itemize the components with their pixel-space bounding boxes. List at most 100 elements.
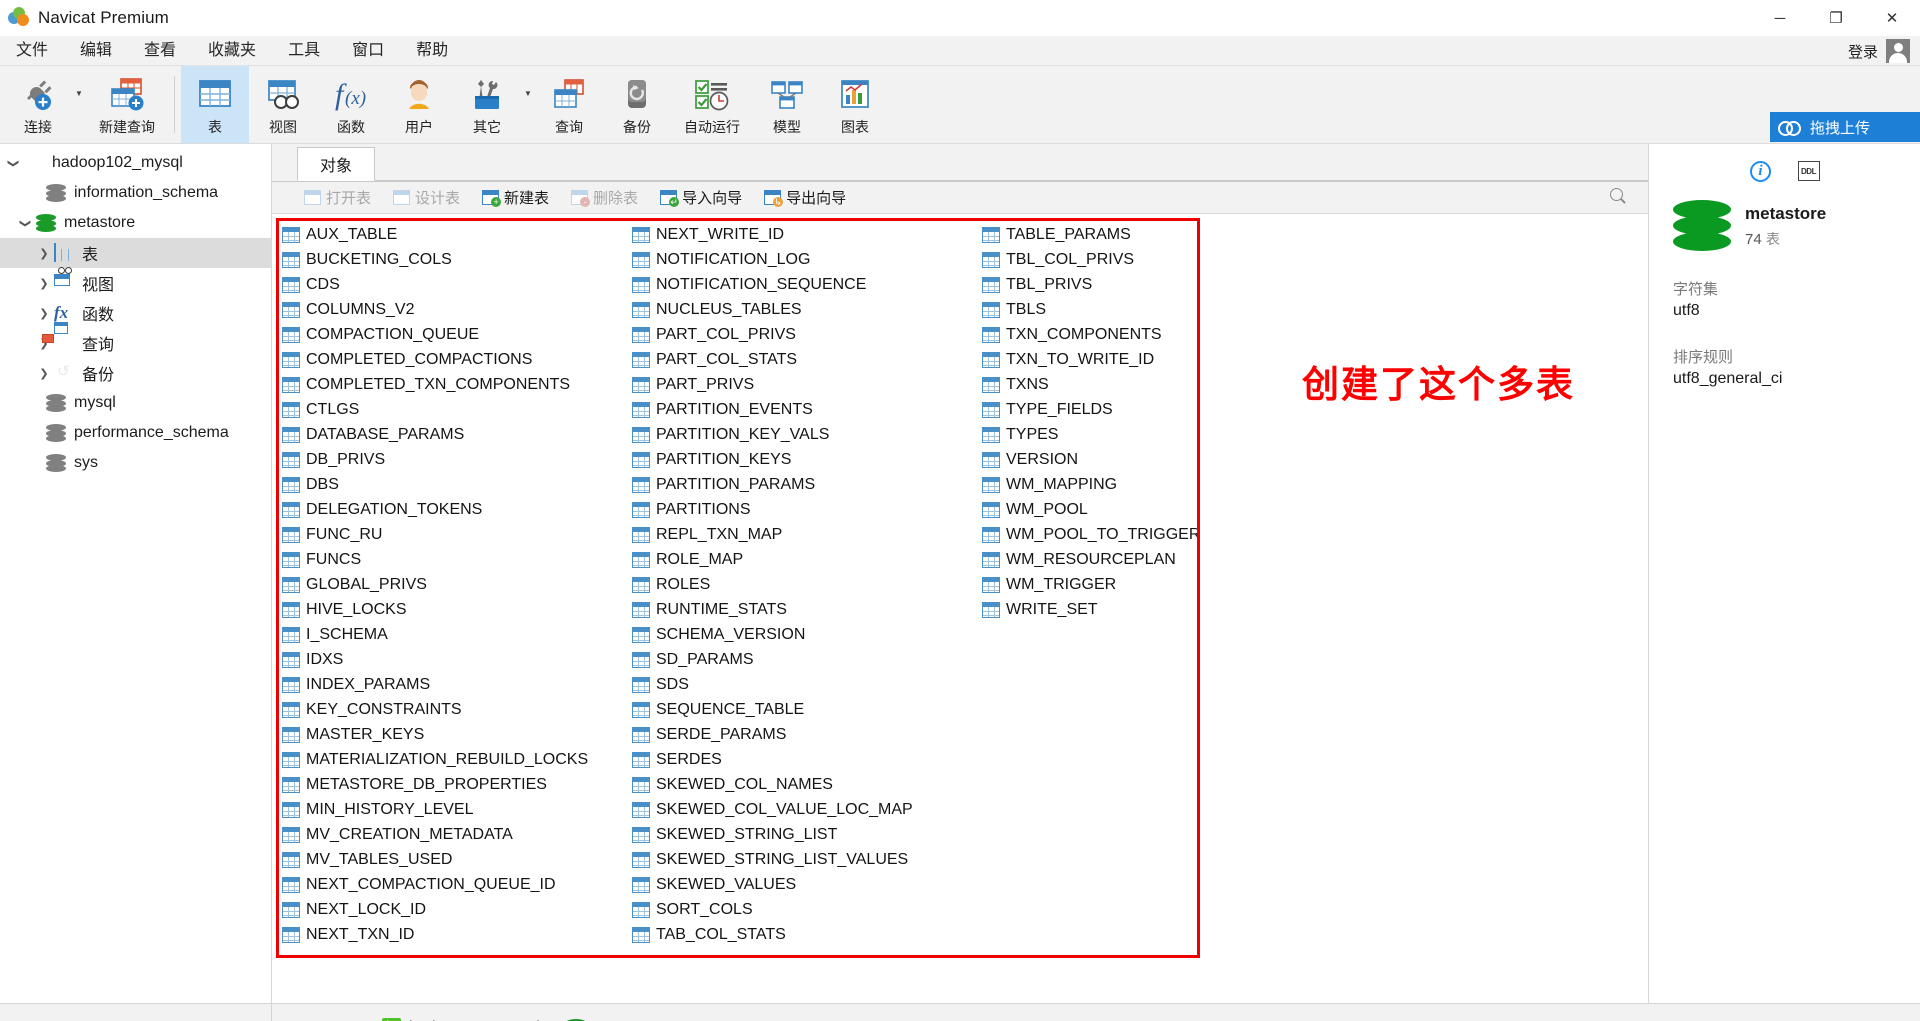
sidebar-item-sys[interactable]: sys [0, 448, 271, 478]
table-list-item[interactable]: PARTITIONS [628, 497, 978, 522]
close-button[interactable]: ✕ [1864, 0, 1920, 36]
chevron-right-icon[interactable] [34, 277, 54, 290]
table-list-item[interactable]: NEXT_COMPACTION_QUEUE_ID [278, 872, 628, 897]
chevron-right-icon[interactable] [34, 247, 54, 260]
table-list-item[interactable]: MATERIALIZATION_REBUILD_LOCKS [278, 747, 628, 772]
table-list-item[interactable]: PARTITION_KEY_VALS [628, 422, 978, 447]
table-list-item[interactable]: INDEX_PARAMS [278, 672, 628, 697]
chevron-down-icon[interactable] [16, 217, 36, 230]
sidebar-item-queries[interactable]: 查询 [0, 322, 271, 358]
table-list-item[interactable]: COLUMNS_V2 [278, 297, 628, 322]
drag-upload-button[interactable]: 拖拽上传 [1770, 112, 1920, 142]
table-list-item[interactable]: MV_CREATION_METADATA [278, 822, 628, 847]
table-list-item[interactable]: WM_POOL_TO_TRIGGER [978, 522, 1328, 547]
ribbon-other-button[interactable]: 其它 [453, 66, 521, 143]
ribbon-chart-button[interactable]: 图表 [821, 66, 889, 143]
table-list-item[interactable]: SKEWED_STRING_LIST [628, 822, 978, 847]
table-list-item[interactable]: COMPLETED_TXN_COMPONENTS [278, 372, 628, 397]
ribbon-function-button[interactable]: f (x) 函数 [317, 66, 385, 143]
chevron-right-icon[interactable] [34, 367, 54, 380]
table-list-item[interactable]: SERDE_PARAMS [628, 722, 978, 747]
table-list-item[interactable]: SDS [628, 672, 978, 697]
ribbon-user-button[interactable]: 用户 [385, 66, 453, 143]
table-list-item[interactable]: NEXT_TXN_ID [278, 922, 628, 947]
other-dropdown-caret-icon[interactable]: ▼ [521, 66, 535, 143]
table-list-item[interactable]: METASTORE_DB_PROPERTIES [278, 772, 628, 797]
table-list-item[interactable]: PARTITION_KEYS [628, 447, 978, 472]
table-list-item[interactable]: COMPACTION_QUEUE [278, 322, 628, 347]
table-list-item[interactable]: SERDES [628, 747, 978, 772]
open-table-button[interactable]: 打开表 [300, 185, 375, 210]
table-list-item[interactable]: WM_POOL [978, 497, 1328, 522]
table-list-item[interactable]: PART_COL_PRIVS [628, 322, 978, 347]
table-list-item[interactable]: WM_TRIGGER [978, 572, 1328, 597]
sidebar-item-metastore[interactable]: metastore [0, 208, 271, 238]
sidebar-item-backups[interactable]: 备份 [0, 358, 271, 388]
table-list-item[interactable]: ROLES [628, 572, 978, 597]
ribbon-new-query-button[interactable]: 新建查询 [86, 66, 168, 143]
table-list-item[interactable]: FUNCS [278, 547, 628, 572]
login-link[interactable]: 登录 [1848, 41, 1878, 62]
table-list-item[interactable]: DATABASE_PARAMS [278, 422, 628, 447]
table-list-item[interactable]: PARTITION_EVENTS [628, 397, 978, 422]
sidebar-item-tables[interactable]: 表 [0, 238, 271, 268]
table-list-item[interactable]: TBLS [978, 297, 1328, 322]
table-list-item[interactable]: KEY_CONSTRAINTS [278, 697, 628, 722]
table-list-item[interactable]: GLOBAL_PRIVS [278, 572, 628, 597]
menu-favorites[interactable]: 收藏夹 [192, 36, 272, 66]
table-list-item[interactable]: SKEWED_STRING_LIST_VALUES [628, 847, 978, 872]
table-list-item[interactable]: TXNS [978, 372, 1328, 397]
sidebar-item-information-schema[interactable]: information_schema [0, 178, 271, 208]
table-list-item[interactable]: HIVE_LOCKS [278, 597, 628, 622]
table-list-item[interactable]: NEXT_LOCK_ID [278, 897, 628, 922]
minimize-button[interactable]: ─ [1752, 0, 1808, 36]
menu-tools[interactable]: 工具 [272, 36, 336, 66]
tab-objects[interactable]: 对象 [297, 147, 376, 181]
table-list-item[interactable]: SEQUENCE_TABLE [628, 697, 978, 722]
maximize-button[interactable]: ❐ [1808, 0, 1864, 36]
table-list-item[interactable]: I_SCHEMA [278, 622, 628, 647]
table-list-item[interactable]: CDS [278, 272, 628, 297]
table-list-item[interactable]: BUCKETING_COLS [278, 247, 628, 272]
table-list-item[interactable]: MV_TABLES_USED [278, 847, 628, 872]
table-list-item[interactable]: SKEWED_COL_VALUE_LOC_MAP [628, 797, 978, 822]
menu-file[interactable]: 文件 [0, 36, 64, 66]
import-wizard-button[interactable]: ↵ 导入向导 [656, 185, 746, 210]
table-list-item[interactable]: SORT_COLS [628, 897, 978, 922]
table-list-item[interactable]: TXN_TO_WRITE_ID [978, 347, 1328, 372]
new-table-button[interactable]: + 新建表 [478, 185, 553, 210]
ribbon-automation-button[interactable]: 自动运行 [671, 66, 753, 143]
sidebar-item-hadoop102-mysql[interactable]: hadoop102_mysql [0, 148, 271, 178]
table-list-item[interactable]: WM_MAPPING [978, 472, 1328, 497]
table-list-item[interactable]: MIN_HISTORY_LEVEL [278, 797, 628, 822]
table-list-item[interactable]: RUNTIME_STATS [628, 597, 978, 622]
table-list-item[interactable]: TAB_COL_STATS [628, 922, 978, 947]
table-list-item[interactable]: DBS [278, 472, 628, 497]
table-list-item[interactable]: WM_RESOURCEPLAN [978, 547, 1328, 572]
search-button[interactable] [1610, 188, 1630, 208]
avatar[interactable] [1886, 39, 1910, 63]
table-list-area[interactable]: AUX_TABLE BUCKETING_COLS CDS COLUMNS_V2 … [272, 214, 1648, 1003]
table-list-item[interactable]: PARTITION_PARAMS [628, 472, 978, 497]
table-list-item[interactable]: REPL_TXN_MAP [628, 522, 978, 547]
table-list-item[interactable]: DB_PRIVS [278, 447, 628, 472]
table-list-item[interactable]: SD_PARAMS [628, 647, 978, 672]
ribbon-query-button[interactable]: 查询 [535, 66, 603, 143]
table-list-item[interactable]: FUNC_RU [278, 522, 628, 547]
table-list-item[interactable]: SKEWED_VALUES [628, 872, 978, 897]
ribbon-table-button[interactable]: 表 [181, 66, 249, 143]
connection-dropdown-caret-icon[interactable]: ▼ [72, 66, 86, 143]
table-list-item[interactable]: PART_PRIVS [628, 372, 978, 397]
table-list-item[interactable]: NEXT_WRITE_ID [628, 222, 978, 247]
table-list-item[interactable]: DELEGATION_TOKENS [278, 497, 628, 522]
table-list-item[interactable]: COMPLETED_COMPACTIONS [278, 347, 628, 372]
table-list-item[interactable]: ROLE_MAP [628, 547, 978, 572]
ribbon-view-button[interactable]: 视图 [249, 66, 317, 143]
menu-help[interactable]: 帮助 [400, 36, 464, 66]
export-wizard-button[interactable]: ↳ 导出向导 [760, 185, 850, 210]
table-list-item[interactable]: TYPES [978, 422, 1328, 447]
table-list-item[interactable]: TXN_COMPONENTS [978, 322, 1328, 347]
table-list-item[interactable]: TYPE_FIELDS [978, 397, 1328, 422]
ribbon-model-button[interactable]: 模型 [753, 66, 821, 143]
sidebar-item-views[interactable]: 视图 [0, 267, 271, 298]
